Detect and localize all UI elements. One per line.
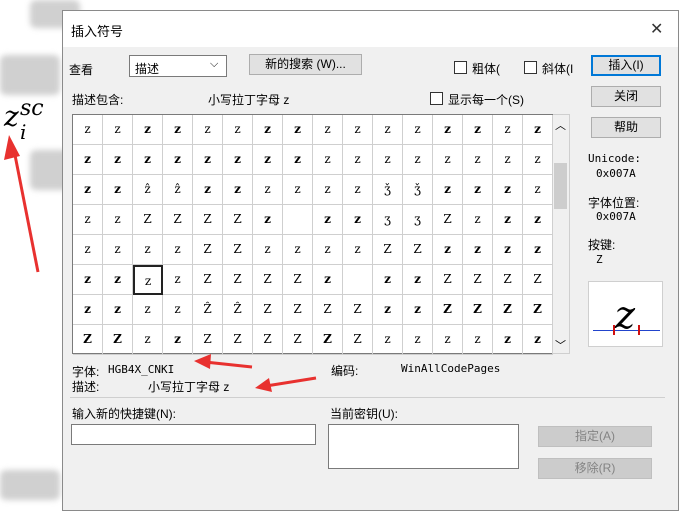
red-arrow-font [194,354,317,392]
